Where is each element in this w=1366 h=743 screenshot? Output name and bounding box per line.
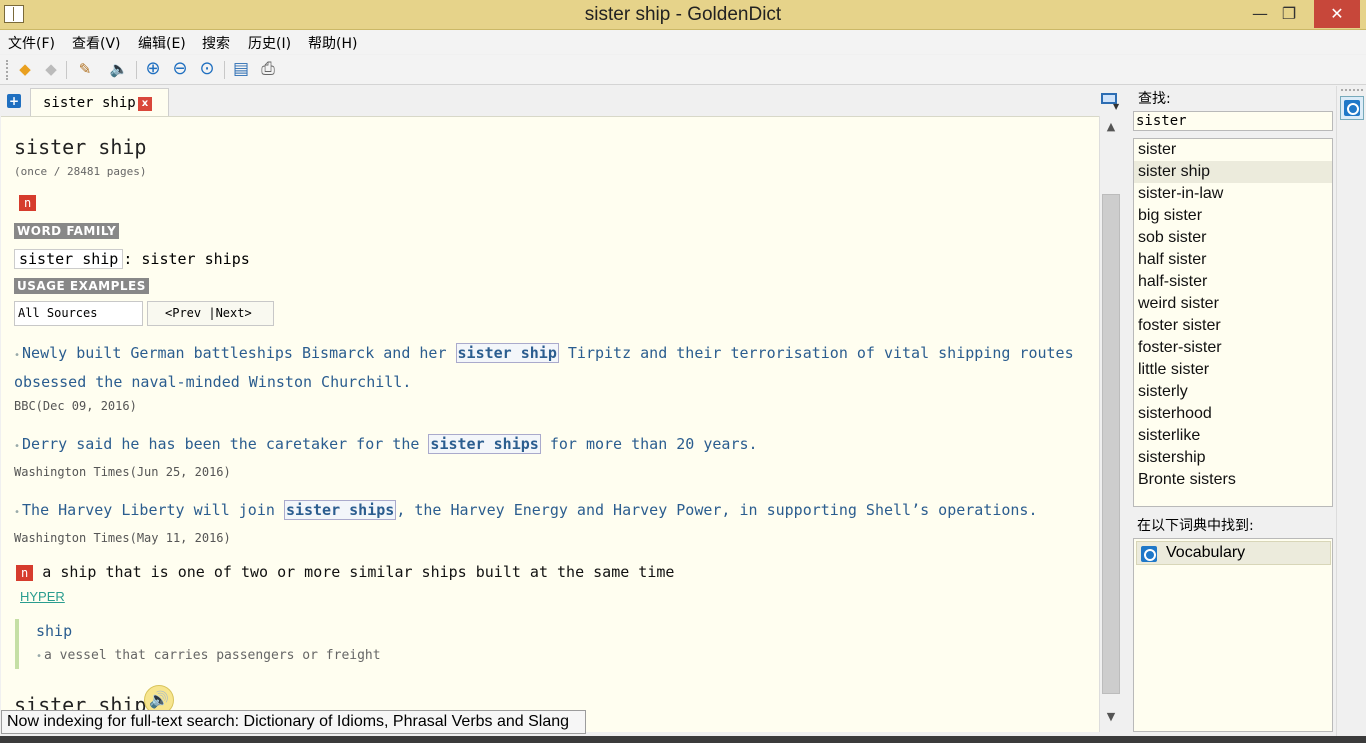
- title-bar: sister ship - GoldenDict — ❐ ✕: [0, 0, 1366, 30]
- example-highlight: sister ships: [283, 500, 397, 520]
- article-scrollbar[interactable]: ▲ ▼: [1099, 116, 1121, 732]
- article-view[interactable]: sister ship (once / 28481 pages) n WORD …: [1, 116, 1099, 732]
- tab-close-icon[interactable]: x: [138, 97, 152, 111]
- list-item[interactable]: sisterhood: [1134, 403, 1332, 425]
- example-sentence: • Derry said he has been the caretaker fo…: [14, 434, 758, 454]
- menu-file[interactable]: 文件(F): [8, 33, 55, 53]
- dictionary-label: Vocabulary: [1166, 544, 1246, 561]
- list-item[interactable]: foster-sister: [1134, 337, 1332, 359]
- list-item[interactable]: sob sister: [1134, 227, 1332, 249]
- example-source: BBC(Dec 09, 2016): [14, 399, 137, 413]
- speaker-icon[interactable]: 🔈: [109, 59, 129, 79]
- menu-history[interactable]: 历史(I): [248, 33, 291, 53]
- example-source: Washington Times(Jun 25, 2016): [14, 465, 231, 479]
- headword: sister ship: [14, 135, 147, 159]
- source-select[interactable]: All Sources: [14, 301, 143, 326]
- synonym-word[interactable]: ship: [36, 622, 72, 640]
- lookup-label: 查找:: [1138, 91, 1171, 107]
- tab-options-icon[interactable]: ▼: [1100, 92, 1120, 111]
- search-input[interactable]: [1133, 111, 1333, 131]
- pos-badge: n: [19, 195, 37, 211]
- zoom-reset-icon[interactable]: ⊙: [197, 59, 217, 79]
- dictionary-toggle-button[interactable]: [1340, 96, 1364, 120]
- vocabulary-dict-icon: [1344, 100, 1360, 116]
- back-arrow-icon[interactable]: ◆: [15, 59, 35, 79]
- dictionary-item-vocabulary[interactable]: Vocabulary: [1136, 541, 1331, 565]
- dock-grip[interactable]: [1341, 89, 1363, 91]
- status-message: Now indexing for full-text search: Dicti…: [1, 710, 586, 734]
- word-family-label: WORD FAMILY: [14, 223, 120, 239]
- example-highlight: sister ships: [428, 434, 541, 454]
- new-tab-icon[interactable]: +: [7, 94, 21, 108]
- synonym-quote-bar: [15, 619, 19, 669]
- zoom-in-icon[interactable]: ⊕: [143, 59, 163, 79]
- dictionary-bar: [1336, 86, 1366, 736]
- list-item[interactable]: little sister: [1134, 359, 1332, 381]
- word-list[interactable]: sister sister ship sister-in-law big sis…: [1133, 138, 1333, 507]
- print-icon[interactable]: ⎙: [258, 59, 278, 79]
- list-item[interactable]: weird sister: [1134, 293, 1332, 315]
- hyper-link[interactable]: HYPER: [20, 589, 65, 604]
- vocabulary-dict-icon: [1141, 546, 1157, 562]
- found-in-label: 在以下词典中找到:: [1137, 518, 1254, 534]
- maximize-button[interactable]: ❐: [1271, 0, 1307, 28]
- example-highlight: sister ship: [455, 343, 559, 363]
- tab-strip: + sister ship x ▼: [0, 86, 1128, 117]
- list-item[interactable]: half sister: [1134, 249, 1332, 271]
- tab-sister-ship[interactable]: sister ship x: [30, 88, 169, 117]
- list-item[interactable]: sister: [1134, 139, 1332, 161]
- list-item[interactable]: sistership: [1134, 447, 1332, 469]
- word-family-forms: : sister ships: [123, 250, 250, 268]
- frequency-note: (once / 28481 pages): [14, 165, 147, 178]
- magic-wand-icon[interactable]: ✎: [75, 59, 95, 79]
- prev-next-pager[interactable]: <Prev |Next>: [147, 301, 274, 326]
- menu-edit[interactable]: 编辑(E): [138, 33, 186, 53]
- list-item[interactable]: foster sister: [1134, 315, 1332, 337]
- found-dictionaries-list[interactable]: Vocabulary: [1133, 538, 1333, 732]
- menu-view[interactable]: 查看(V): [72, 33, 121, 53]
- toolbar-grip[interactable]: [6, 60, 9, 80]
- word-family-head[interactable]: sister ship: [14, 249, 124, 269]
- menu-help[interactable]: 帮助(H): [308, 33, 357, 53]
- toolbar-separator: [66, 61, 67, 79]
- example-source: Washington Times(May 11, 2016): [14, 531, 231, 545]
- close-button[interactable]: ✕: [1314, 0, 1360, 28]
- synonym-definition: • a vessel that carries passengers or fre…: [36, 648, 381, 663]
- toolbar-separator: [136, 61, 137, 79]
- tab-label: sister ship: [43, 95, 136, 111]
- definition-text: a ship that is one of two or more simila…: [42, 563, 675, 581]
- scroll-up-icon[interactable]: ▲: [1104, 120, 1118, 134]
- example-sentence: • Newly built German battleships Bismarck…: [14, 343, 1074, 363]
- list-item[interactable]: big sister: [1134, 205, 1332, 227]
- example-sentence-continued: obsessed the naval-minded Winston Church…: [14, 373, 412, 391]
- menu-search[interactable]: 搜索: [202, 33, 230, 53]
- window-title: sister ship - GoldenDict: [584, 4, 782, 25]
- list-item[interactable]: sisterly: [1134, 381, 1332, 403]
- word-family-line: sister ship: sister ships: [14, 249, 250, 269]
- toolbar-separator: [224, 61, 225, 79]
- scroll-down-icon[interactable]: ▼: [1104, 710, 1118, 724]
- zoom-out-icon[interactable]: ⊖: [170, 59, 190, 79]
- forward-arrow-icon[interactable]: ◆: [41, 59, 61, 79]
- scroll-thumb[interactable]: [1102, 194, 1120, 694]
- list-item-selected[interactable]: sister ship: [1134, 161, 1332, 183]
- usage-examples-label: USAGE EXAMPLES: [14, 278, 149, 294]
- example-sentence: • The Harvey Liberty will join sister shi…: [14, 500, 1038, 520]
- pos-badge: n: [16, 565, 34, 581]
- list-item[interactable]: half-sister: [1134, 271, 1332, 293]
- menu-bar: 文件(F) 查看(V) 编辑(E) 搜索 历史(I) 帮助(H): [0, 30, 1366, 54]
- definition-line: n a ship that is one of two or more simi…: [16, 563, 674, 581]
- taskbar-edge: [0, 736, 1366, 743]
- list-item[interactable]: sisterlike: [1134, 425, 1332, 447]
- list-item[interactable]: sister-in-law: [1134, 183, 1332, 205]
- list-item[interactable]: Bronte sisters: [1134, 469, 1332, 491]
- toolbar: ◆ ◆ ✎ 🔈 ⊕ ⊖ ⊙ ▤ ⎙: [0, 55, 1366, 85]
- save-icon[interactable]: ▤: [231, 59, 251, 79]
